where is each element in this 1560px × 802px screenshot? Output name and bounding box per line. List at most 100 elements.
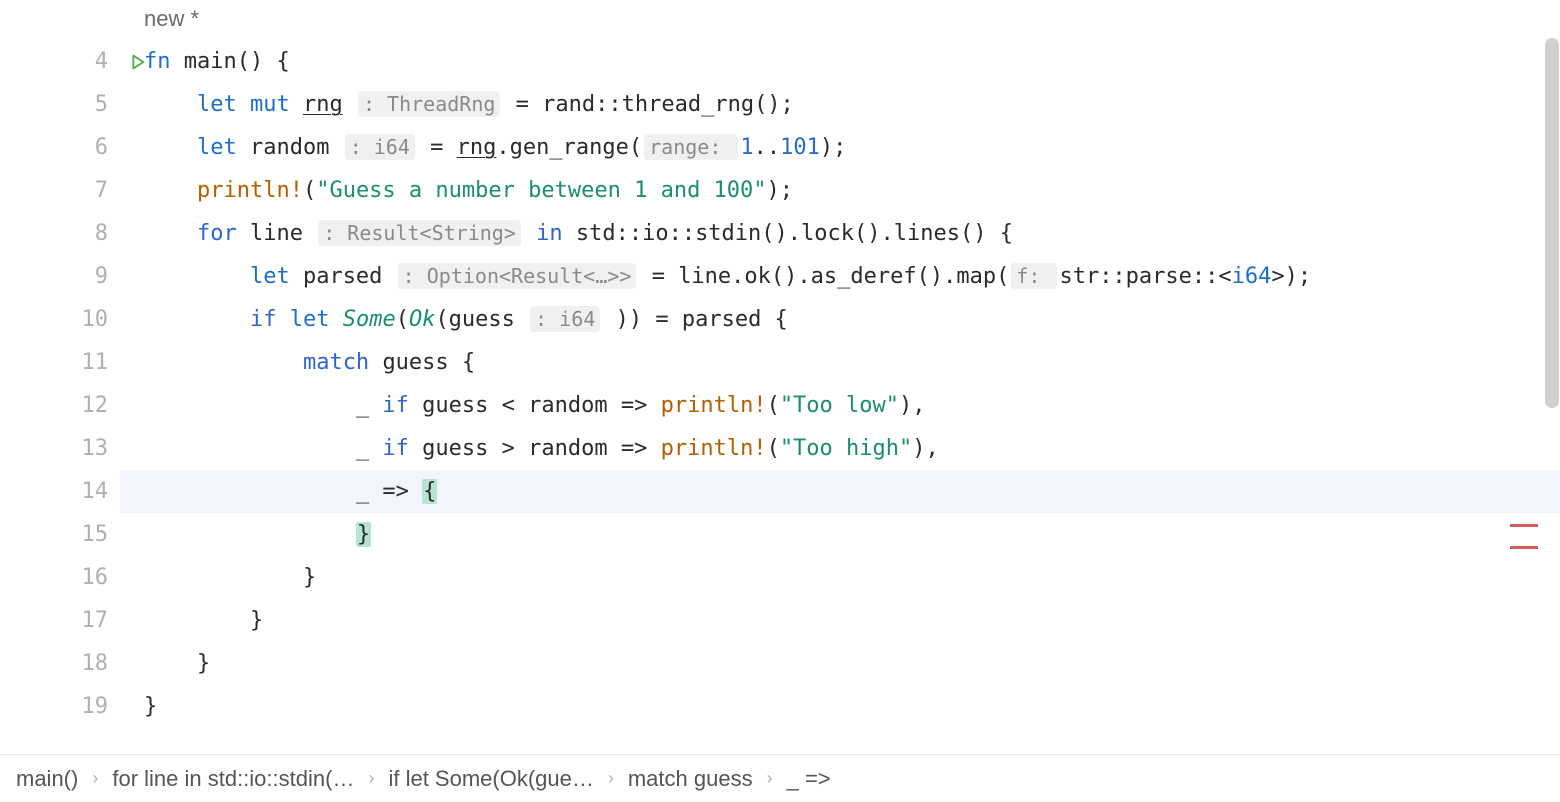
code-content[interactable]: fn main() { let mut rng : ThreadRng = ra…	[120, 38, 1560, 754]
gutter-row[interactable]: 16	[0, 556, 120, 599]
line-number: 8	[95, 221, 108, 246]
token-kw: mut	[250, 92, 303, 117]
gutter-row[interactable]: 14	[0, 470, 120, 513]
token-plain: =	[417, 135, 457, 160]
token-type: Ok	[409, 307, 436, 332]
line-number: 14	[82, 479, 109, 504]
token-kw: fn	[144, 49, 184, 74]
vertical-scrollbar[interactable]	[1545, 38, 1559, 408]
code-line[interactable]: fn main() {	[144, 40, 1560, 83]
error-marker[interactable]	[1510, 524, 1538, 527]
gutter-row[interactable]: 15	[0, 513, 120, 556]
code-line[interactable]: _ if guess > random => println!("Too hig…	[144, 427, 1560, 470]
line-number: 13	[82, 436, 109, 461]
tab-title[interactable]: new *	[144, 6, 199, 32]
token-plain: = line.ok().as_deref().map(	[638, 264, 1009, 289]
token-plain: (	[767, 393, 780, 418]
token-plain: .gen_range(	[496, 135, 642, 160]
token-plain: guess > random =>	[422, 436, 660, 461]
gutter-row[interactable]: 17	[0, 599, 120, 642]
token-kw-ctrl: for	[197, 221, 250, 246]
token-str: "Too high"	[780, 436, 912, 461]
gutter-row[interactable]: 13	[0, 427, 120, 470]
gutter-row[interactable]: 10	[0, 298, 120, 341]
token-plain: random	[250, 135, 343, 160]
token-plain: }	[197, 651, 210, 676]
token-kw-ctrl: match	[303, 350, 382, 375]
token-macro: println!	[661, 393, 767, 418]
code-line[interactable]: }	[144, 513, 1560, 556]
token-plain: ..	[754, 135, 781, 160]
token-plain: line	[250, 221, 316, 246]
token-hint: : i64	[345, 134, 415, 160]
token-kw: let	[250, 264, 303, 289]
code-line[interactable]: }	[144, 599, 1560, 642]
gutter-row[interactable]: 11	[0, 341, 120, 384]
line-number: 12	[82, 393, 109, 418]
token-plain: guess < random =>	[422, 393, 660, 418]
token-str: "Too low"	[780, 393, 899, 418]
token-kw: let	[290, 307, 343, 332]
gutter-row[interactable]: 5	[0, 83, 120, 126]
breadcrumb-item[interactable]: _ =>	[787, 766, 831, 792]
token-bracket-match: }	[356, 522, 371, 547]
line-number: 19	[82, 694, 109, 719]
token-plain: }	[250, 608, 263, 633]
line-number: 10	[82, 307, 109, 332]
token-plain: ),	[899, 393, 926, 418]
breadcrumb-item[interactable]: main()	[16, 766, 78, 792]
line-number: 4	[95, 49, 108, 74]
token-plain: (	[396, 307, 409, 332]
token-hint: : Result<String>	[318, 220, 521, 246]
line-number: 6	[95, 135, 108, 160]
code-line[interactable]: if let Some(Ok(guess : i64 )) = parsed {	[144, 298, 1560, 341]
token-type: Some	[343, 307, 396, 332]
gutter-row[interactable]: 4	[0, 40, 120, 83]
error-marker[interactable]	[1510, 546, 1538, 549]
code-line[interactable]: let random : i64 = rng.gen_range(range: …	[144, 126, 1560, 169]
token-kw: let	[197, 92, 250, 117]
breadcrumb[interactable]: main() › for line in std::io::stdin(… › if l…	[0, 754, 1560, 802]
token-plain: (guess	[435, 307, 528, 332]
gutter-row[interactable]: 8	[0, 212, 120, 255]
gutter-row[interactable]: 9	[0, 255, 120, 298]
breadcrumb-item[interactable]: match guess	[628, 766, 753, 792]
token-kw-ctrl: if	[250, 307, 290, 332]
gutter-row[interactable]: 18	[0, 642, 120, 685]
code-line[interactable]: for line : Result<String> in std::io::st…	[144, 212, 1560, 255]
code-line[interactable]: }	[144, 685, 1560, 728]
gutter[interactable]: 4 5 6 7 8 9 10 11 12 13 14 15 16 17 18 19	[0, 38, 120, 754]
token-plain: ),	[912, 436, 939, 461]
gutter-row[interactable]: 7	[0, 169, 120, 212]
code-line[interactable]: _ if guess < random => println!("Too low…	[144, 384, 1560, 427]
breadcrumb-item[interactable]: for line in std::io::stdin(…	[112, 766, 354, 792]
code-line[interactable]: let mut rng : ThreadRng = rand::thread_r…	[144, 83, 1560, 126]
token-plain: _ =>	[356, 479, 422, 504]
token-plain: }	[144, 694, 157, 719]
token-plain: (	[767, 436, 780, 461]
chevron-right-icon: ›	[92, 768, 98, 789]
line-number: 9	[95, 264, 108, 289]
code-line[interactable]: println!("Guess a number between 1 and 1…	[144, 169, 1560, 212]
token-kw-ctrl: in	[536, 221, 576, 246]
code-line[interactable]: }	[144, 556, 1560, 599]
editor-area[interactable]: 4 5 6 7 8 9 10 11 12 13 14 15 16 17 18 19 fn main() { l…	[0, 38, 1560, 754]
chevron-right-icon: ›	[608, 768, 614, 789]
code-line[interactable]: match guess {	[144, 341, 1560, 384]
gutter-row[interactable]: 19	[0, 685, 120, 728]
code-line[interactable]: }	[144, 642, 1560, 685]
code-line[interactable]: _ => {	[120, 470, 1560, 513]
token-str: "Guess a number between 1 and 100"	[316, 178, 766, 203]
gutter-row[interactable]: 6	[0, 126, 120, 169]
token-hint: range:	[644, 134, 738, 160]
line-number: 16	[82, 565, 109, 590]
token-plain: str::parse::<	[1059, 264, 1231, 289]
token-num: 101	[780, 135, 820, 160]
breadcrumb-item[interactable]: if let Some(Ok(gue…	[388, 766, 593, 792]
gutter-row[interactable]: 12	[0, 384, 120, 427]
token-fn-name: main	[184, 49, 237, 74]
line-number: 17	[82, 608, 109, 633]
code-line[interactable]: let parsed : Option<Result<…>> = line.ok…	[144, 255, 1560, 298]
token-plain	[523, 221, 536, 246]
token-macro: println!	[197, 178, 303, 203]
